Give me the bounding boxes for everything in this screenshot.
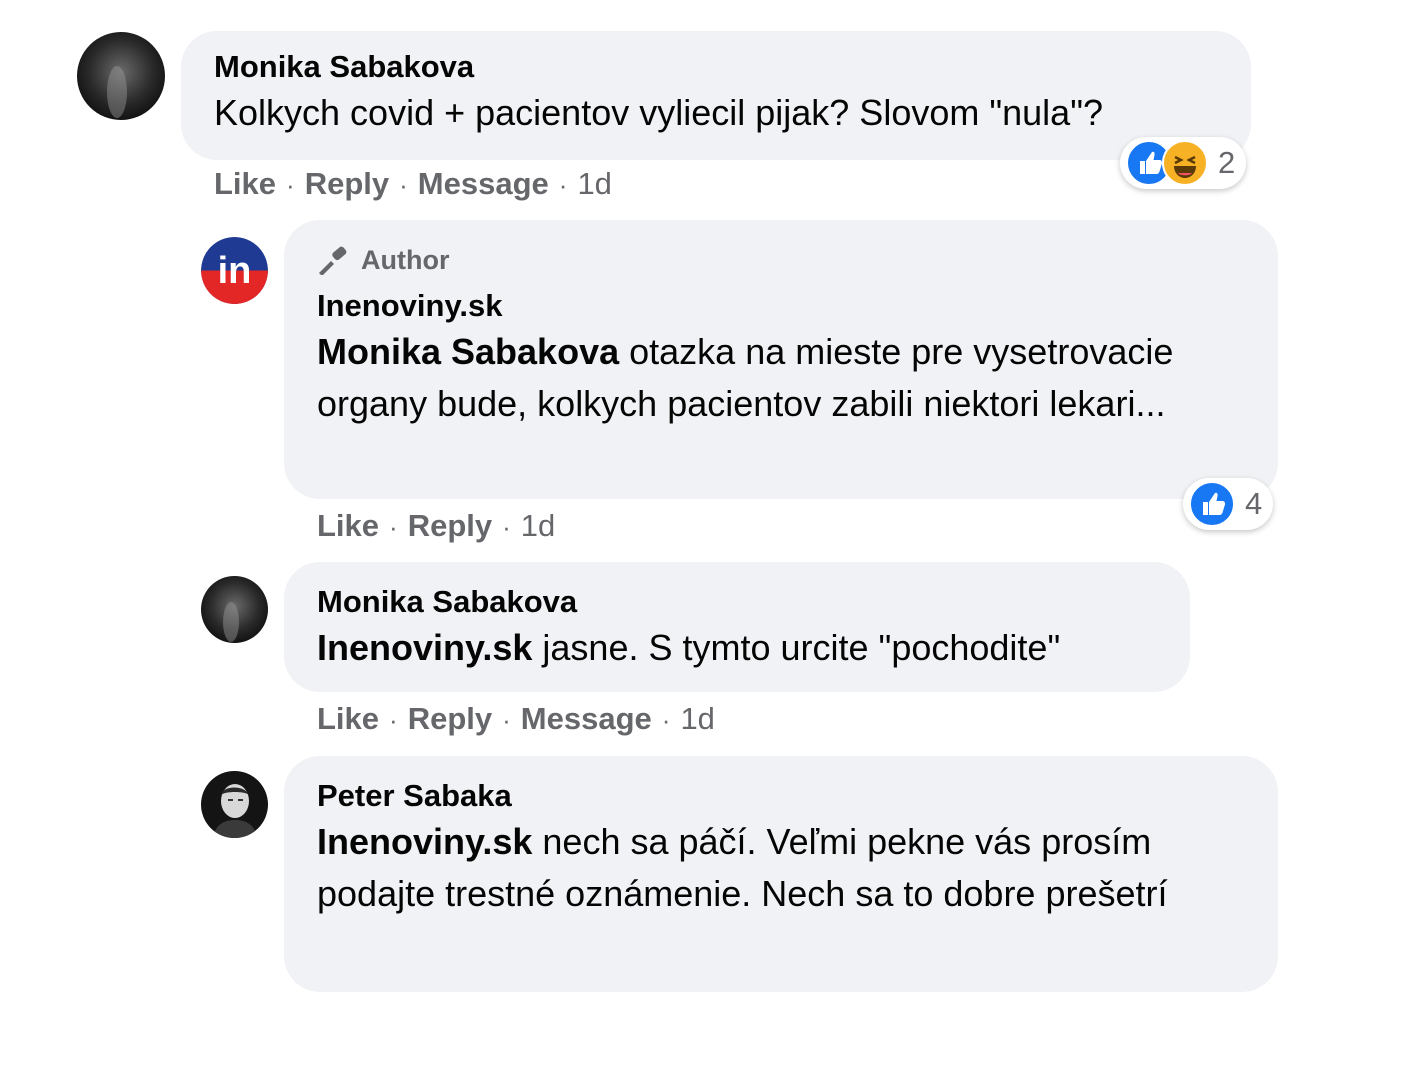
comment-bubble: Monika Sabakova Inenoviny.sk jasne. S ty… bbox=[284, 562, 1190, 692]
separator: · bbox=[389, 705, 398, 735]
comment-bubble: Author Inenoviny.sk Monika Sabakova otaz… bbox=[284, 220, 1278, 499]
comment-body: jasne. S tymto urcite "pochodite" bbox=[532, 627, 1061, 668]
avatar[interactable] bbox=[201, 771, 268, 838]
like-button[interactable]: Like bbox=[317, 701, 379, 736]
page-avatar[interactable]: in bbox=[201, 237, 268, 304]
comment-text: Monika Sabakova otazka na mieste pre vys… bbox=[317, 326, 1246, 430]
reaction-count: 2 bbox=[1218, 145, 1236, 180]
separator: · bbox=[502, 512, 511, 542]
comment-bubble: Peter Sabaka Inenoviny.sk nech sa páčí. … bbox=[284, 756, 1278, 992]
comment-author[interactable]: Monika Sabakova bbox=[214, 49, 1219, 85]
separator: · bbox=[661, 705, 671, 735]
separator: · bbox=[399, 170, 408, 200]
reaction-count: 4 bbox=[1245, 486, 1263, 521]
separator: · bbox=[558, 170, 568, 200]
comment-text: Inenoviny.sk nech sa páčí. Veľmi pekne v… bbox=[317, 816, 1246, 920]
comment-author[interactable]: Monika Sabakova bbox=[317, 584, 1158, 620]
comment-author[interactable]: Inenoviny.sk bbox=[317, 288, 1246, 324]
separator: · bbox=[502, 705, 511, 735]
like-button[interactable]: Like bbox=[214, 166, 276, 201]
reactions-summary[interactable]: 2 bbox=[1120, 137, 1246, 189]
message-button[interactable]: Message bbox=[418, 166, 549, 201]
author-badge-label: Author bbox=[361, 244, 450, 275]
mention-link[interactable]: Inenoviny.sk bbox=[317, 821, 532, 862]
reactions-summary[interactable]: 4 bbox=[1183, 478, 1273, 530]
reply-button[interactable]: Reply bbox=[408, 701, 492, 736]
like-icon bbox=[1189, 481, 1235, 527]
comment-text: Kolkych covid + pacientov vyliecil pijak… bbox=[214, 92, 1103, 133]
comment-actions: Like · Reply · Message · 1d bbox=[214, 166, 612, 203]
comment-actions: Like · Reply · Message · 1d bbox=[317, 701, 715, 738]
reply-button[interactable]: Reply bbox=[305, 166, 389, 201]
mention-link[interactable]: Inenoviny.sk bbox=[317, 627, 532, 668]
avatar[interactable] bbox=[77, 32, 165, 120]
author-badge: Author bbox=[317, 242, 1246, 278]
mention-link[interactable]: Monika Sabakova bbox=[317, 331, 619, 372]
timestamp[interactable]: 1d bbox=[521, 508, 555, 543]
like-button[interactable]: Like bbox=[317, 508, 379, 543]
timestamp[interactable]: 1d bbox=[577, 166, 611, 201]
reply-button[interactable]: Reply bbox=[408, 508, 492, 543]
separator: · bbox=[389, 512, 398, 542]
page-avatar-label: in bbox=[218, 250, 252, 292]
comment-text: Inenoviny.sk jasne. S tymto urcite "poch… bbox=[317, 622, 1158, 674]
message-button[interactable]: Message bbox=[521, 701, 652, 736]
haha-icon bbox=[1162, 140, 1208, 186]
comment-actions: Like · Reply · 1d bbox=[317, 508, 555, 545]
comment-author[interactable]: Peter Sabaka bbox=[317, 778, 1246, 814]
timestamp[interactable]: 1d bbox=[680, 701, 714, 736]
comment-bubble: Monika Sabakova Kolkych covid + paciento… bbox=[181, 31, 1251, 160]
microphone-icon bbox=[319, 246, 347, 275]
avatar[interactable] bbox=[201, 576, 268, 643]
separator: · bbox=[286, 170, 295, 200]
